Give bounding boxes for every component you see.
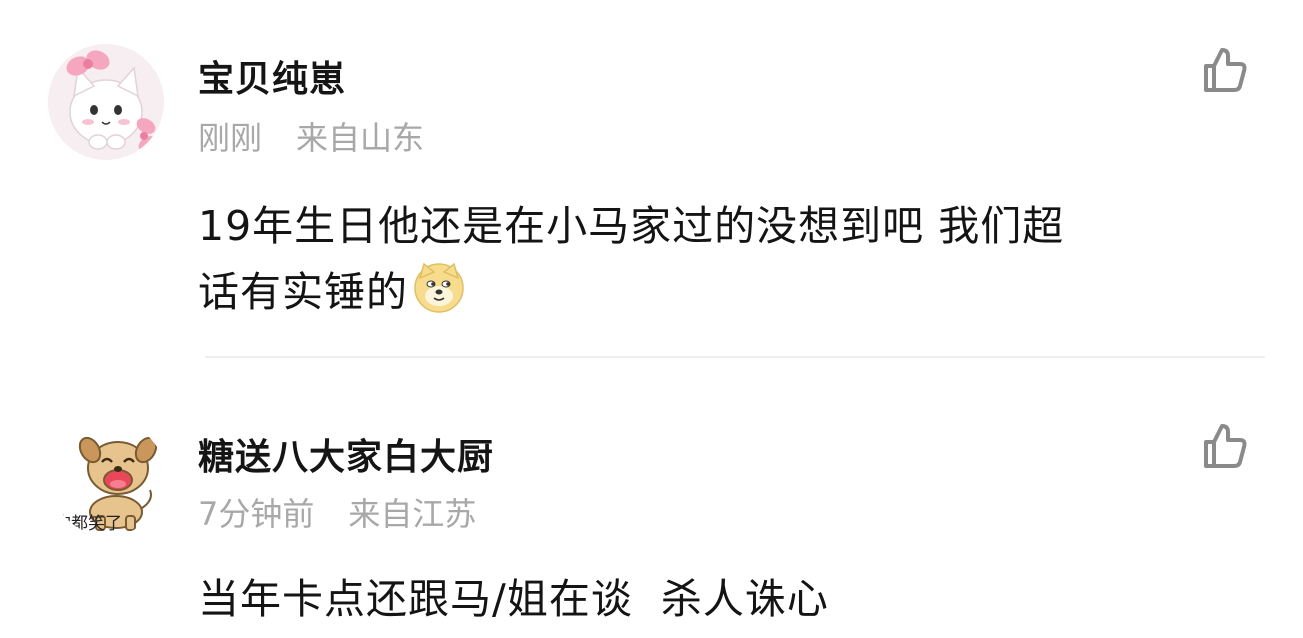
comment-time: 刚刚 — [198, 119, 263, 157]
avatar-caption: 狗都笑了 — [54, 514, 122, 534]
thumbs-up-outline-icon[interactable] — [1198, 44, 1250, 96]
comment-text: 当年卡点还跟马/姐在谈 杀人诛心 — [198, 566, 1258, 632]
username[interactable]: 糖送八大家白大厨 — [198, 428, 494, 480]
avatar[interactable]: 狗都笑了 — [50, 420, 166, 536]
comment-text-line: 19年生日他还是在小马家过的没想到吧 我们超 — [198, 202, 1065, 250]
pink-bow-kitten-avatar — [48, 44, 164, 160]
comment-meta: 刚刚 来自山东 — [198, 113, 424, 159]
comment-meta: 7分钟前 来自江苏 — [198, 489, 476, 535]
doge-emoji-icon — [412, 260, 466, 314]
comment-time: 7分钟前 — [198, 495, 315, 533]
thumbs-up-outline-icon[interactable] — [1198, 420, 1250, 472]
comment-item: 宝贝纯崽 刚刚 来自山东 19年生日他还是在小马家过的没想到吧 我们超 话有实锤的 — [0, 0, 1303, 356]
comment-item: 狗都笑了 糖送八大家白大厨 7分钟前 来自江苏 当年卡点还跟马/姐在谈 杀人诛心 — [0, 358, 1303, 638]
comment-text-fragment: 话有实锤的 — [198, 268, 408, 316]
comment-location: 来自山东 — [296, 119, 425, 157]
comment-text-line: 当年卡点还跟马/姐在谈 杀人诛心 — [198, 575, 829, 623]
comment-location: 来自江苏 — [348, 495, 477, 533]
username[interactable]: 宝贝纯崽 — [198, 50, 346, 102]
comment-text: 19年生日他还是在小马家过的没想到吧 我们超 话有实锤的 — [198, 193, 1258, 325]
avatar[interactable] — [48, 44, 164, 160]
comment-text-line: 话有实锤的 — [198, 259, 1258, 325]
